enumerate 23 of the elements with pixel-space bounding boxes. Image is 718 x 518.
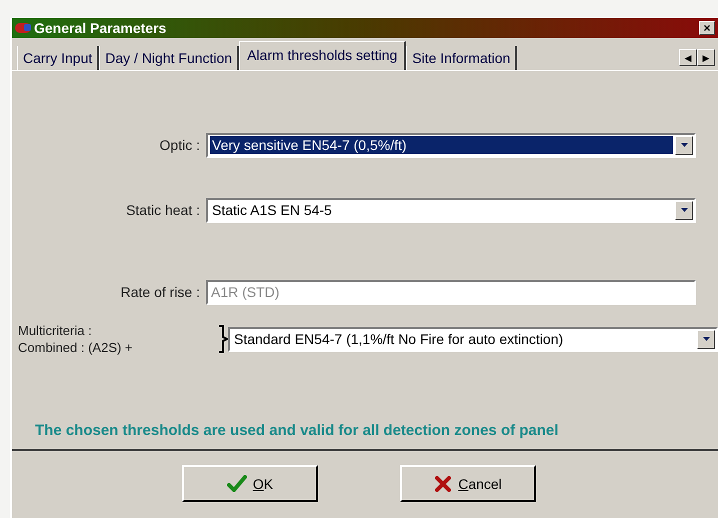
tab-scroll-button[interactable]: ▶	[697, 49, 715, 66]
tab-scroll-button[interactable]: ◀	[679, 49, 697, 66]
checkmark-icon	[226, 475, 247, 492]
field-label: Static heat :	[125, 202, 201, 218]
app-logo-icon	[15, 21, 31, 35]
field-label: Optic :	[158, 137, 201, 153]
field-label: Rate of rise :	[120, 284, 201, 300]
field-label: Combined : (A2S) +	[18, 339, 133, 356]
dropdown[interactable]: Very sensitive EN54-7 (0,5%/ft)	[206, 132, 696, 158]
dropdown[interactable]: Standard EN54-7 (1,1%/ft No Fire for auto extinction)	[228, 326, 718, 352]
info-text: The chosen thresholds are used and valid for all detection zones of panel	[34, 422, 560, 439]
cancel-button[interactable]: Cancel	[400, 465, 536, 502]
field-label: Multicriteria :	[18, 322, 93, 339]
ok-button[interactable]: OK	[182, 465, 318, 502]
brace-icon	[218, 325, 228, 353]
x-mark-icon	[434, 474, 452, 492]
tab[interactable]: Day / Night Function	[99, 46, 240, 70]
dropdown[interactable]: Static A1S EN 54-5	[206, 198, 696, 222]
close-button[interactable]: ×	[699, 21, 715, 35]
tab[interactable]: Alarm thresholds setting	[239, 41, 406, 70]
tab[interactable]: Carry Input	[17, 46, 100, 70]
tab[interactable]: Site Information	[406, 46, 518, 70]
window-title: General Parameters	[34, 20, 168, 36]
